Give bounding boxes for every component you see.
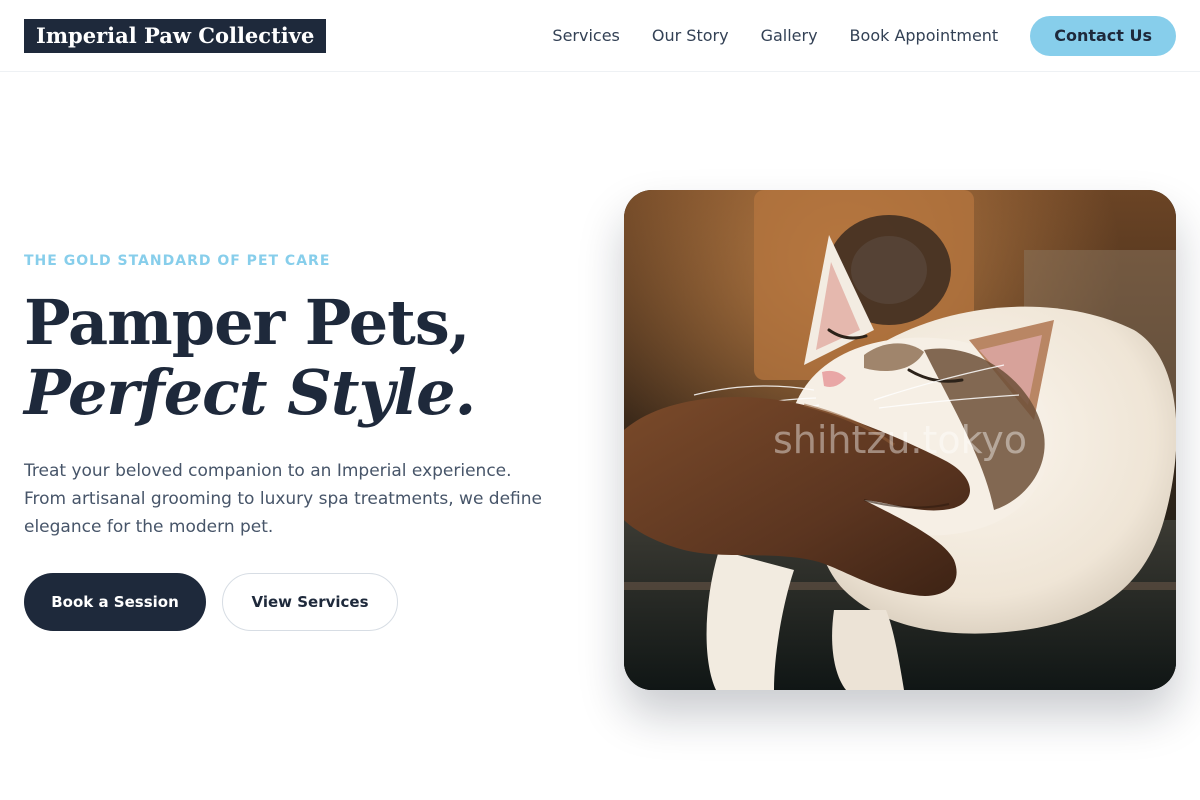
hero-headline: Pamper Pets, Perfect Style. [24,286,476,429]
site-header: Imperial Paw Collective Services Our Sto… [0,0,1200,72]
hero-eyebrow: THE GOLD STANDARD OF PET CARE [24,253,331,269]
hero-description: Treat your beloved companion to an Imper… [24,461,543,537]
nav-item-our-story[interactable]: Our Story [652,16,729,56]
main-nav: Services Our Story Gallery Book Appointm… [552,16,1176,56]
book-session-button[interactable]: Book a Session [24,573,206,631]
nav-item-services[interactable]: Services [552,16,619,56]
hero-image: shihtzu.tokyo [624,190,1176,690]
contact-us-button[interactable]: Contact Us [1030,16,1176,56]
nav-item-gallery[interactable]: Gallery [761,16,818,56]
image-watermark: shihtzu.tokyo [772,418,1028,462]
headline-line-2: Perfect Style. [24,356,476,429]
brand-logo[interactable]: Imperial Paw Collective [24,19,327,53]
headline-line-1: Pamper Pets, [24,286,470,359]
nav-item-book-appointment[interactable]: Book Appointment [850,16,999,56]
view-services-button[interactable]: View Services [222,573,398,631]
